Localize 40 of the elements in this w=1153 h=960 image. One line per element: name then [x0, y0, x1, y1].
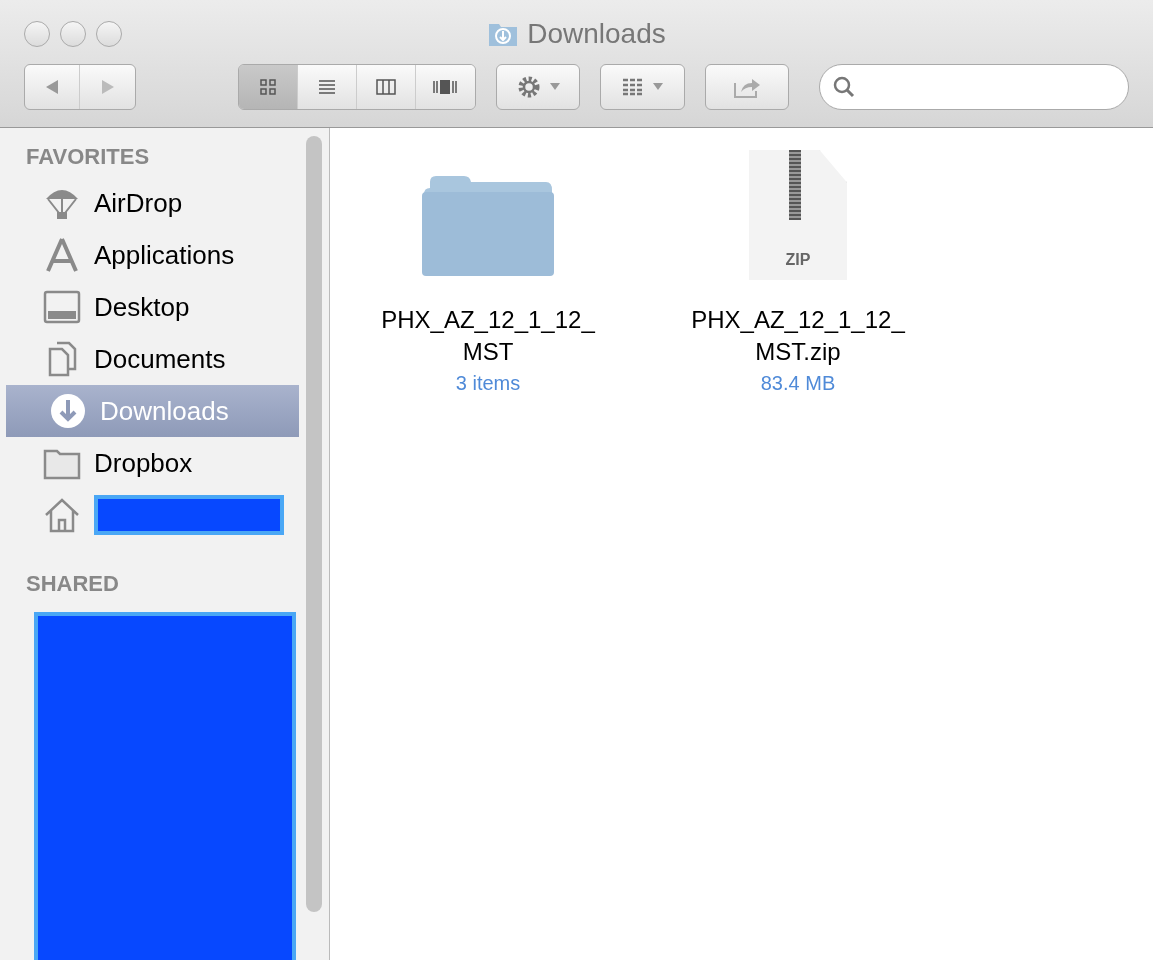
columns-view-icon — [374, 77, 397, 97]
sidebar-item[interactable]: Documents — [0, 333, 300, 385]
view-mode-button[interactable] — [415, 65, 475, 109]
view-mode-button[interactable] — [238, 65, 298, 109]
action-menu-button[interactable] — [495, 64, 581, 110]
scrollbar-thumb[interactable] — [306, 136, 323, 912]
sidebar-item[interactable]: AirDrop — [0, 177, 300, 229]
sidebar-section-title: FAVORITES — [25, 143, 151, 171]
caret-icon — [549, 83, 560, 91]
grid-view-icon — [257, 77, 278, 97]
window-control-button[interactable] — [96, 21, 122, 47]
window-title: Downloads — [527, 17, 666, 51]
view-mode-control[interactable] — [237, 64, 476, 110]
arrange-menu-button[interactable] — [600, 64, 685, 110]
file-item[interactable]: PHX_AZ_12_1_12_ MST 3 items — [358, 144, 618, 398]
view-mode-button[interactable] — [297, 65, 357, 109]
zipper-icon — [789, 150, 801, 220]
cover-flow-icon — [432, 77, 459, 97]
search-field[interactable] — [819, 64, 1129, 110]
sidebar-section-title: SHARED — [25, 570, 120, 598]
file-name: PHX_AZ_12_1_12_ MST.zip — [691, 305, 905, 367]
file-item[interactable]: ZIP PHX_AZ_12_1_12_ MST.zip 83.4 MB — [668, 144, 928, 398]
view-mode-button[interactable] — [356, 65, 416, 109]
list-view-icon — [316, 77, 337, 97]
window-control-button[interactable] — [24, 21, 50, 47]
sidebar-item[interactable]: Desktop — [0, 281, 300, 333]
share-button[interactable] — [704, 64, 789, 110]
back-forward-control[interactable] — [24, 64, 136, 110]
file-name: PHX_AZ_12_1_12_ MST — [381, 305, 595, 367]
file-info: 83.4 MB — [760, 371, 836, 396]
sidebar-item[interactable]: Dropbox — [0, 437, 300, 489]
forward-arrow-icon — [100, 79, 115, 95]
back-arrow-icon — [45, 79, 60, 95]
download-icon — [48, 391, 88, 431]
caret-icon — [653, 83, 664, 91]
file-type-label: ZIP — [785, 250, 811, 270]
file-info: 3 items — [455, 371, 521, 396]
window-control-button[interactable] — [60, 21, 86, 47]
sidebar-item[interactable]: Applications — [0, 229, 300, 281]
search-icon — [832, 75, 856, 99]
